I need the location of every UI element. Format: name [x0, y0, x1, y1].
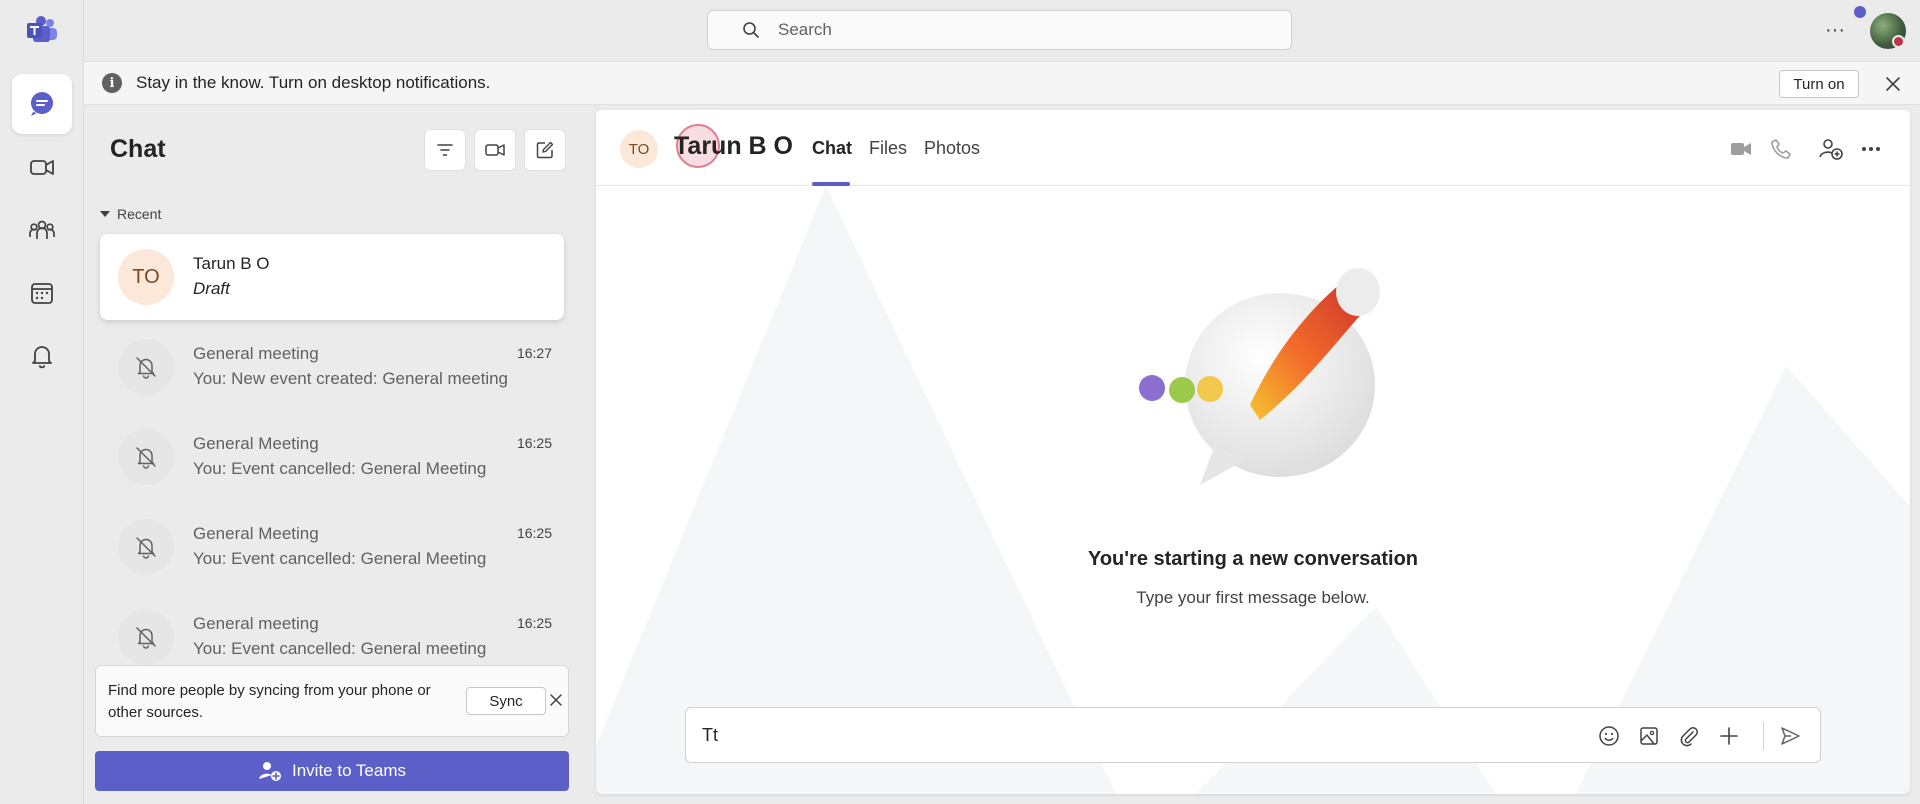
bell-icon — [32, 346, 52, 369]
search-icon — [743, 22, 759, 38]
bell-off-icon — [118, 429, 174, 485]
video-camera-icon — [30, 160, 54, 175]
phone-icon[interactable] — [1766, 134, 1796, 164]
meet-now-button[interactable] — [474, 129, 516, 171]
close-icon[interactable] — [1881, 72, 1905, 96]
sync-button[interactable]: Sync — [466, 687, 546, 715]
rail-calendar-button[interactable] — [12, 263, 72, 323]
chat-item-time: 16:25 — [516, 525, 552, 541]
add-people-icon[interactable] — [1816, 134, 1846, 164]
message-input[interactable]: Tt — [702, 725, 718, 746]
sync-card-text: Find more people by syncing from your ph… — [108, 682, 431, 721]
new-chat-button[interactable] — [524, 129, 566, 171]
page-title: Chat — [110, 135, 166, 163]
tab-files[interactable]: Files — [869, 138, 907, 159]
bell-off-icon — [118, 339, 174, 395]
rail-teams-button[interactable] — [12, 200, 72, 260]
status-badge — [1892, 35, 1905, 48]
close-icon[interactable] — [549, 693, 563, 707]
message-composer[interactable]: Tt — [685, 707, 1821, 763]
empty-state-subtitle: Type your first message below. — [1136, 588, 1370, 607]
chat-item-name: General Meeting — [193, 524, 319, 543]
conversation-title[interactable]: Tarun B O — [674, 132, 793, 161]
chat-icon — [31, 92, 53, 116]
chat-item-preview: You: Event cancelled: General Meeting — [193, 549, 487, 568]
search-box[interactable]: Search — [707, 10, 1292, 50]
recent-section-label: Recent — [117, 206, 162, 222]
conversation-header: TO Tarun B O Chat Files Photos — [596, 110, 1910, 186]
recent-section-toggle[interactable]: Recent — [100, 206, 161, 222]
teams-logo-icon[interactable] — [26, 16, 58, 44]
calendar-icon — [31, 283, 53, 304]
tab-chat[interactable]: Chat — [812, 138, 852, 159]
chat-list-item[interactable]: General Meeting You: Event cancelled: Ge… — [100, 414, 564, 500]
compose-icon — [536, 141, 554, 159]
people-icon — [29, 220, 55, 239]
active-tab-indicator — [812, 182, 850, 186]
chevron-down-icon — [100, 211, 110, 217]
empty-state-title: You're starting a new conversation — [1087, 548, 1419, 570]
rail-chat-button[interactable] — [12, 74, 72, 134]
tab-photos[interactable]: Photos — [924, 138, 980, 159]
more-horizontal-icon[interactable] — [1856, 134, 1886, 164]
bell-off-icon — [118, 519, 174, 575]
chat-item-preview: You: Event cancelled: General meeting — [193, 639, 487, 658]
chat-list-item[interactable]: General Meeting You: Event cancelled: Ge… — [100, 504, 564, 590]
rail-meet-button[interactable] — [12, 137, 72, 197]
chat-list-item[interactable]: TO Tarun B O Draft — [100, 234, 564, 320]
chat-item-name: Tarun B O — [193, 254, 270, 273]
banner-text: Stay in the know. Turn on desktop notifi… — [136, 73, 491, 92]
turn-on-button[interactable]: Turn on — [1779, 70, 1859, 98]
chat-list-panel: Chat Recent TO Tarun B O Draft General m… — [84, 105, 584, 804]
more-horizontal-icon[interactable]: ··· — [1819, 16, 1851, 44]
chat-item-time: 16:25 — [516, 615, 552, 631]
top-bar: Search ··· — [84, 0, 1920, 61]
chat-item-time: 16:27 — [516, 345, 552, 361]
composer-divider — [1763, 722, 1764, 750]
filter-icon — [437, 144, 453, 156]
info-icon: i — [102, 73, 122, 93]
attach-icon[interactable] — [1674, 721, 1704, 751]
filter-button[interactable] — [424, 129, 466, 171]
sync-contacts-card: Find more people by syncing from your ph… — [95, 665, 569, 737]
chat-item-name: General meeting — [193, 344, 319, 363]
chat-item-preview: Draft — [193, 279, 230, 298]
invite-button-label: Invite to Teams — [291, 761, 407, 780]
avatar: TO — [118, 249, 174, 305]
search-input[interactable]: Search — [778, 20, 832, 40]
send-icon[interactable] — [1775, 721, 1805, 751]
bell-off-icon — [118, 609, 174, 665]
invite-to-teams-button[interactable]: Invite to Teams — [95, 751, 569, 791]
app-rail — [0, 0, 84, 804]
video-call-icon[interactable] — [1726, 134, 1756, 164]
new-conversation-illustration — [1139, 268, 1380, 485]
conversation-pane: TO Tarun B O Chat Files Photos You're st… — [596, 110, 1910, 794]
image-icon[interactable] — [1634, 721, 1664, 751]
notification-dot — [1854, 6, 1866, 18]
chat-item-name: General meeting — [193, 614, 319, 633]
chat-list-item[interactable]: General meeting You: New event created: … — [100, 324, 564, 410]
add-person-icon — [258, 762, 281, 781]
video-camera-icon — [485, 144, 505, 156]
notification-banner: i Stay in the know. Turn on desktop noti… — [84, 61, 1920, 105]
chat-item-name: General Meeting — [193, 434, 319, 453]
rail-activity-button[interactable] — [12, 326, 72, 386]
chat-item-preview: You: New event created: General meeting — [193, 369, 509, 388]
chat-item-preview: You: Event cancelled: General Meeting — [193, 459, 487, 478]
chat-item-time: 16:25 — [516, 435, 552, 451]
plus-icon[interactable] — [1714, 721, 1744, 751]
avatar[interactable]: TO — [620, 130, 658, 168]
emoji-icon[interactable] — [1594, 721, 1624, 751]
